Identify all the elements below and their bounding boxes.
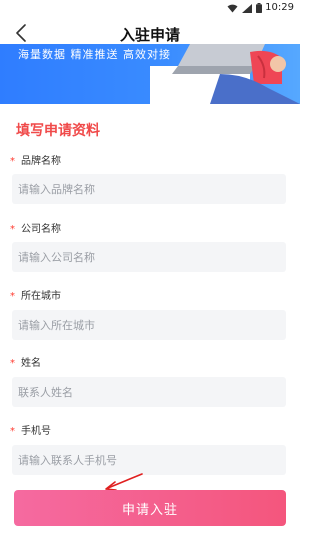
city-input[interactable]	[12, 310, 286, 340]
brand-name-label-text: 品牌名称	[21, 156, 61, 167]
contact-name-label-text: 姓名	[21, 358, 41, 369]
banner-slogan: 海量数据 精准推送 高效对接	[18, 48, 171, 61]
city-label-text: 所在城市	[21, 291, 61, 302]
company-name-label-text: 公司名称	[21, 224, 61, 235]
section-title: 填写申请资料	[16, 123, 100, 139]
status-time: 10:29	[265, 2, 294, 13]
banner-illustration	[150, 44, 300, 104]
signal-icon	[242, 3, 252, 13]
banner: 海量数据 精准推送 高效对接	[0, 44, 300, 104]
required-mark: *	[10, 426, 15, 437]
required-mark: *	[10, 156, 15, 167]
contact-name-input[interactable]	[12, 377, 286, 407]
status-icons	[227, 3, 262, 13]
company-name-input[interactable]	[12, 242, 286, 272]
application-form: 填写申请资料 * 品牌名称 * 公司名称 * 所在城市 * 姓名 * 手机号	[0, 104, 300, 534]
submit-application-button[interactable]: 申请入驻	[14, 490, 286, 526]
status-bar: 10:29	[0, 0, 300, 16]
contact-name-label: * 姓名	[10, 354, 41, 369]
phone-label-text: 手机号	[21, 426, 51, 437]
city-label: * 所在城市	[10, 287, 61, 302]
brand-name-label: * 品牌名称	[10, 152, 61, 167]
required-mark: *	[10, 358, 15, 369]
phone-input[interactable]	[12, 445, 286, 475]
required-mark: *	[10, 291, 15, 302]
required-mark: *	[10, 224, 15, 235]
brand-name-input[interactable]	[12, 174, 286, 204]
company-name-label: * 公司名称	[10, 220, 61, 235]
phone-label: * 手机号	[10, 422, 51, 437]
battery-icon	[256, 3, 262, 13]
page-title: 入驻申请	[119, 26, 180, 44]
wifi-icon	[227, 4, 238, 12]
